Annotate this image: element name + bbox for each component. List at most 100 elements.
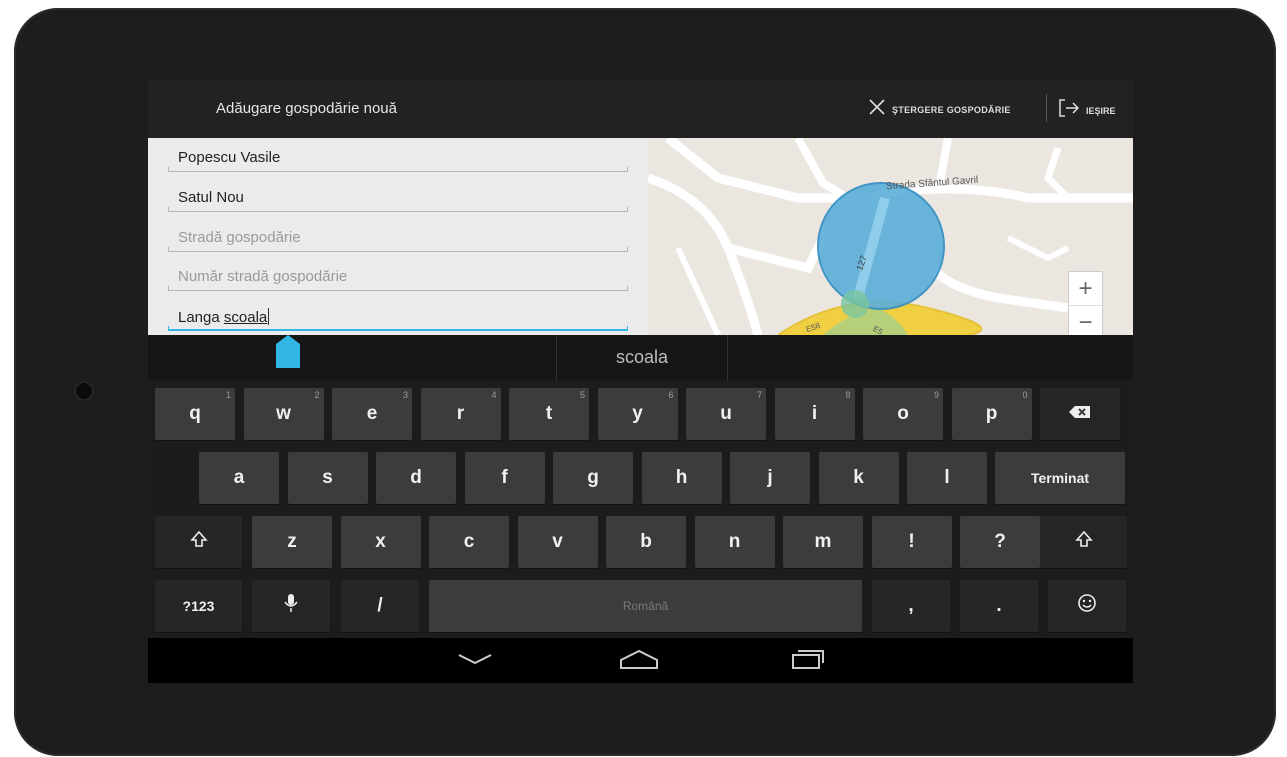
space-key[interactable]: Română <box>429 580 862 632</box>
key-p[interactable]: p0 <box>951 388 1032 440</box>
key-f[interactable]: f <box>464 452 545 504</box>
period-key[interactable]: . <box>960 580 1038 632</box>
key-y[interactable]: y6 <box>597 388 678 440</box>
key-q[interactable]: q1 <box>155 388 235 440</box>
key-o-label: o <box>897 403 909 424</box>
key-d-label: d <box>410 467 422 488</box>
key-p-label: p <box>985 403 998 424</box>
action-bar: Adăugare gospodărie nouă ŞTERGERE GOSPOD… <box>148 80 1133 138</box>
key-i[interactable]: i8 <box>774 388 855 440</box>
key-s[interactable]: s <box>287 452 368 504</box>
comma-key-label: , <box>908 595 914 616</box>
text-cursor-handle[interactable] <box>276 335 300 368</box>
key-p-hint: 0 <box>1022 390 1028 400</box>
field-underline-active <box>168 326 628 331</box>
backspace-key[interactable] <box>1040 388 1120 440</box>
key-x-label: x <box>375 531 386 552</box>
key-s-label: s <box>322 467 333 488</box>
street-field-placeholder: Stradă gospodărie <box>178 229 301 246</box>
recents-button[interactable] <box>778 644 838 678</box>
key-g[interactable]: g <box>553 452 633 504</box>
field-underline <box>168 207 628 212</box>
key-l[interactable]: l <box>907 452 987 504</box>
key-e[interactable]: e3 <box>332 388 412 440</box>
street-field[interactable]: Stradă gospodărie <box>168 220 628 254</box>
shift-icon <box>155 530 242 554</box>
landmark-text: Langa <box>178 309 224 326</box>
shift-icon <box>1040 530 1127 554</box>
screen: Adăugare gospodărie nouă ŞTERGERE GOSPOD… <box>148 80 1133 683</box>
name-field-value: Popescu Vasile <box>178 149 281 166</box>
emoji-key[interactable] <box>1048 580 1126 632</box>
household-form: Popescu Vasile Satul Nou Stradă gospodăr… <box>148 138 648 335</box>
shift-key-right[interactable] <box>1040 516 1127 568</box>
text-cursor <box>268 308 270 325</box>
village-field-value: Satul Nou <box>178 189 244 206</box>
key-m[interactable]: m <box>783 516 863 568</box>
landmark-field[interactable]: Langa scoala <box>168 299 628 333</box>
done-key[interactable]: Terminat <box>995 452 1125 504</box>
done-key-label: Terminat <box>1030 470 1090 486</box>
key-t-hint: 5 <box>579 390 585 400</box>
zoom-in-button[interactable]: + <box>1069 272 1102 306</box>
key-o[interactable]: o9 <box>863 388 943 440</box>
home-button[interactable] <box>609 644 669 678</box>
key-exclamation[interactable]: ! <box>871 516 952 568</box>
back-button[interactable] <box>445 644 505 678</box>
soft-keyboard: scoala q1w2e3r4t5y6u7i8o9p0 asdfghjkl Te… <box>148 335 1133 683</box>
key-g-label: g <box>587 467 599 488</box>
key-u[interactable]: u7 <box>686 388 766 440</box>
village-field[interactable]: Satul Nou <box>168 180 628 214</box>
key-t[interactable]: t5 <box>509 388 589 440</box>
field-underline <box>168 167 628 172</box>
key-z[interactable]: z <box>252 516 332 568</box>
symbols-key[interactable]: ?123 <box>155 580 242 632</box>
key-x[interactable]: x <box>340 516 421 568</box>
front-camera <box>74 381 94 401</box>
action-divider <box>1046 94 1047 122</box>
key-v[interactable]: v <box>517 516 598 568</box>
key-n-label: n <box>728 531 741 552</box>
key-v-label: v <box>552 531 563 552</box>
shift-key-left[interactable] <box>155 516 242 568</box>
exit-button[interactable]: IEŞIRE <box>1058 98 1116 123</box>
key-l-label: l <box>944 467 950 488</box>
key-q-label: q <box>189 403 201 424</box>
zoom-out-button[interactable]: − <box>1069 306 1102 335</box>
key-question[interactable]: ? <box>960 516 1040 568</box>
comma-key[interactable]: , <box>872 580 950 632</box>
key-w-label: w <box>276 403 291 424</box>
delete-household-button[interactable]: ŞTERGERE GOSPODĂRIE <box>868 98 1011 121</box>
key-r[interactable]: r4 <box>420 388 501 440</box>
key-c[interactable]: c <box>429 516 509 568</box>
key-i-hint: 8 <box>845 390 851 400</box>
key-a[interactable]: a <box>199 452 279 504</box>
suggestion-word[interactable]: scoala <box>556 335 728 380</box>
slash-key-label: / <box>377 595 383 616</box>
key-d[interactable]: d <box>376 452 456 504</box>
key-question-label: ? <box>994 531 1006 552</box>
symbols-key-label: ?123 <box>182 598 215 614</box>
key-y-hint: 6 <box>668 390 674 400</box>
home-icon <box>619 648 659 675</box>
slash-key[interactable]: / <box>341 580 419 632</box>
key-n[interactable]: n <box>694 516 775 568</box>
street-number-field[interactable]: Număr stradă gospodărie <box>168 259 628 293</box>
key-e-label: e <box>366 403 378 424</box>
key-e-hint: 3 <box>402 390 408 400</box>
map-view[interactable]: Strada Sfântul Gavril 127 E58 E5 + − <box>648 138 1133 335</box>
key-h[interactable]: h <box>641 452 722 504</box>
close-icon <box>868 98 886 121</box>
key-exclamation-label: ! <box>908 531 915 552</box>
key-j[interactable]: j <box>730 452 810 504</box>
key-u-label: u <box>720 403 732 424</box>
map-canvas <box>648 138 1133 335</box>
key-j-label: j <box>767 467 773 488</box>
key-w[interactable]: w2 <box>243 388 324 440</box>
voice-input-key[interactable] <box>252 580 330 632</box>
exit-label: IEŞIRE <box>1086 105 1116 116</box>
key-z-label: z <box>287 531 297 552</box>
key-k[interactable]: k <box>818 452 899 504</box>
name-field[interactable]: Popescu Vasile <box>168 140 628 174</box>
key-b[interactable]: b <box>606 516 686 568</box>
